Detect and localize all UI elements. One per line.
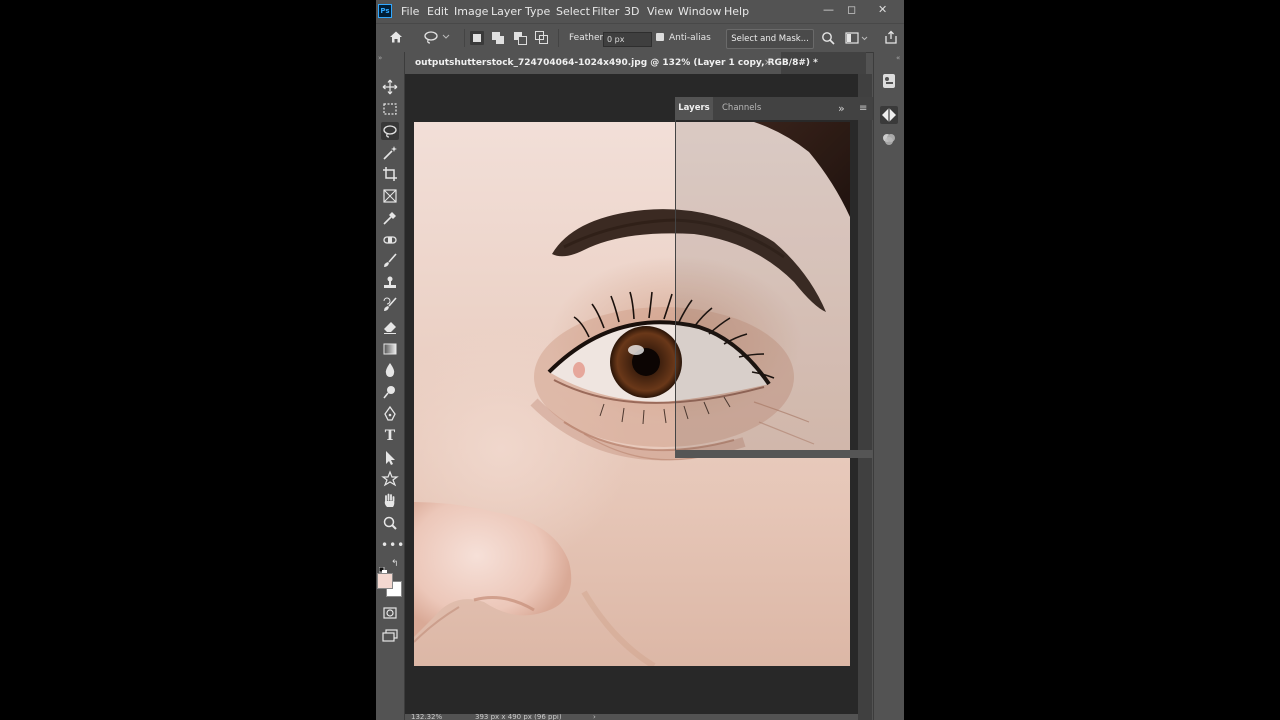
menu-window[interactable]: Window [678,5,721,18]
gradient-icon[interactable] [381,340,399,358]
menu-select[interactable]: Select [556,5,590,18]
antialias-checkbox[interactable] [656,33,664,41]
menu-filter[interactable]: Filter [592,5,619,18]
toolbar-collapse-icon[interactable]: » [378,54,382,62]
menu-file[interactable]: File [401,5,419,18]
dock-collapse-icon[interactable]: « [896,54,900,62]
default-colors-icon[interactable] [378,560,387,575]
share-icon[interactable] [884,30,898,44]
panel-header: Layers Channels » ≡ [675,97,873,120]
move-icon[interactable] [381,78,399,96]
brush-icon[interactable] [381,252,399,270]
tools-panel: » T ••• ↰ [376,52,405,720]
document-dimensions: 393 px x 490 px (96 ppi) [475,714,562,720]
crop-icon[interactable] [381,165,399,183]
marquee-icon[interactable] [381,100,399,118]
document-tab[interactable]: outputshutterstock_724704064-1024x490.jp… [405,52,818,74]
pen-icon[interactable] [381,405,399,423]
photoshop-logo: Ps [378,4,392,18]
document-title: outputshutterstock_724704064-1024x490.jp… [415,58,818,68]
menu-3d[interactable]: 3D [624,5,639,18]
panel-bottom-bar [675,450,873,458]
clone-stamp-icon[interactable] [381,274,399,292]
minimize-icon[interactable]: — [823,3,834,16]
hand-icon[interactable] [381,492,399,510]
history-brush-icon[interactable] [381,296,399,314]
foreground-color-swatch[interactable] [377,573,393,589]
learn-icon[interactable] [880,72,898,90]
swap-colors-icon[interactable]: ↰ [391,559,401,569]
menu-help[interactable]: Help [724,5,749,18]
spot-healing-icon[interactable] [381,231,399,249]
select-and-mask-button[interactable]: Select and Mask... [726,29,814,49]
status-arrow-icon[interactable]: › [593,714,596,720]
close-icon[interactable]: ✕ [878,3,887,16]
menu-image[interactable]: Image [454,5,488,18]
menu-edit[interactable]: Edit [427,5,448,18]
zoom-level[interactable]: 132.32% [411,714,442,720]
add-to-selection-button[interactable] [491,31,505,45]
options-bar: Feather: 0 px Anti-alias Select and Mask… [376,23,904,53]
quick-mask-icon[interactable] [381,604,399,622]
panel-menu-icon[interactable]: ≡ [859,97,867,120]
menu-view[interactable]: View [647,5,673,18]
menu-layer[interactable]: Layer [491,5,522,18]
right-dock: « [873,52,904,720]
zoom-icon[interactable] [381,514,399,532]
libraries-icon[interactable] [880,130,898,148]
menu-type[interactable]: Type [525,5,550,18]
menu-bar: Ps File Edit Image Layer Type Select Fil… [376,0,904,23]
panel-expand-icon[interactable]: » [838,97,845,120]
workspace-icon[interactable] [845,31,869,45]
feather-label: Feather: [569,33,607,43]
layers-panel[interactable] [675,120,874,452]
document-tab-bar: outputshutterstock_724704064-1024x490.jp… [405,52,866,74]
intersect-selection-button[interactable] [535,31,549,45]
eraser-icon[interactable] [381,318,399,336]
status-bar: 132.32% 393 px x 490 px (96 ppi) › [405,714,858,720]
subtract-from-selection-button[interactable] [513,31,527,45]
frame-icon[interactable] [381,187,399,205]
photoshop-window: Ps File Edit Image Layer Type Select Fil… [376,0,904,720]
home-icon[interactable] [389,30,403,44]
adjustments-icon[interactable] [880,106,898,124]
feather-input[interactable]: 0 px [603,32,652,47]
dodge-icon[interactable] [381,383,399,401]
path-selection-icon[interactable] [381,449,399,467]
restore-icon[interactable]: ◻ [847,3,856,16]
antialias-label: Anti-alias [669,33,711,43]
lasso-preset-picker[interactable] [423,30,451,44]
eyedropper-icon[interactable] [381,209,399,227]
magic-wand-icon[interactable] [381,144,399,162]
new-selection-button[interactable] [470,31,484,45]
shape-icon[interactable] [381,470,399,488]
more-tools-icon[interactable]: ••• [381,536,404,554]
type-icon[interactable]: T [381,427,399,445]
lasso-icon[interactable] [381,122,399,140]
search-icon[interactable] [821,31,835,45]
blur-icon[interactable] [381,361,399,379]
screen-mode-icon[interactable] [381,626,399,644]
close-tab-icon[interactable]: × [764,52,772,74]
tab-channels[interactable]: Channels [722,97,761,120]
tab-layers[interactable]: Layers [675,97,713,120]
